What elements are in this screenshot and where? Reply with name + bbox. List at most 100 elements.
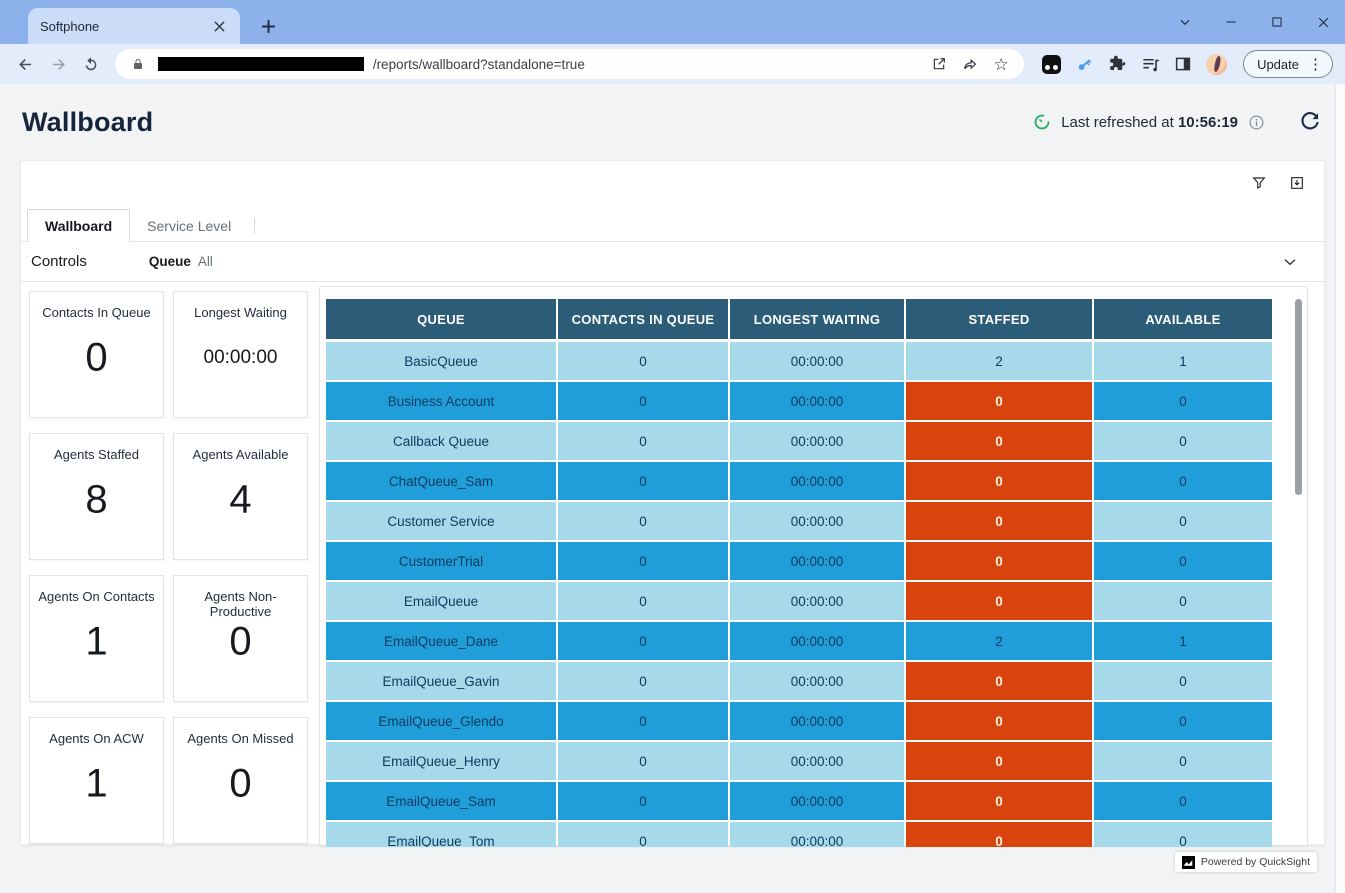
refresh-button[interactable]: [1297, 109, 1323, 135]
share-icon[interactable]: [959, 53, 981, 75]
maximize-icon[interactable]: [1265, 10, 1289, 34]
available-cell: 1: [1094, 622, 1272, 660]
available-cell: 0: [1094, 502, 1272, 540]
staffed-cell: 0: [906, 542, 1092, 580]
longest-waiting-cell: 00:00:00: [730, 822, 904, 847]
kpi-value: 4: [174, 477, 307, 522]
kpi-card: Agents On ACW 1: [29, 717, 164, 844]
available-cell: 0: [1094, 382, 1272, 420]
available-cell: 1: [1094, 342, 1272, 380]
url-bar[interactable]: /reports/wallboard?standalone=true ☆: [115, 49, 1024, 79]
new-tab-icon[interactable]: [254, 12, 282, 40]
minimize-icon[interactable]: [1219, 10, 1243, 34]
sheet-tab[interactable]: Wallboard: [27, 209, 130, 242]
last-refreshed-text: Last refreshed at 10:56:19: [1061, 114, 1238, 131]
table-header-cell: AVAILABLE: [1094, 299, 1272, 339]
queue-table-panel: QUEUE CONTACTS IN QUEUE LONGEST WAITING …: [319, 286, 1308, 846]
reload-icon[interactable]: [78, 50, 105, 78]
longest-waiting-cell: 00:00:00: [730, 502, 904, 540]
available-cell: 0: [1094, 582, 1272, 620]
available-cell: 0: [1094, 542, 1272, 580]
key-extension-icon[interactable]: [1073, 53, 1095, 75]
table-row: EmailQueue 0 00:00:00 0 0: [326, 582, 1272, 620]
update-button[interactable]: Update ⋮: [1243, 50, 1333, 78]
available-cell: 0: [1094, 462, 1272, 500]
back-icon[interactable]: [12, 50, 39, 78]
staffed-cell: 0: [906, 822, 1092, 847]
close-icon[interactable]: [1311, 10, 1335, 34]
lock-icon[interactable]: [127, 53, 149, 75]
kpi-card: Contacts In Queue 0: [29, 291, 164, 418]
contacts-in-queue-cell: 0: [558, 422, 728, 460]
kpi-label: Agents Available: [174, 447, 307, 462]
available-cell: 0: [1094, 822, 1272, 847]
info-icon[interactable]: [1248, 114, 1265, 131]
controls-collapse-chevron-icon[interactable]: [1282, 254, 1298, 270]
kpi-label: Longest Waiting: [174, 305, 307, 320]
table-scrollbar-thumb[interactable]: [1295, 299, 1302, 495]
longest-waiting-cell: 00:00:00: [730, 622, 904, 660]
contacts-in-queue-cell: 0: [558, 702, 728, 740]
kpi-value: 0: [174, 761, 307, 806]
browser-menu-kebab-icon[interactable]: ⋮: [1305, 55, 1326, 73]
tab-search-chevron-icon[interactable]: [1173, 10, 1197, 34]
staffed-cell: 0: [906, 782, 1092, 820]
longest-waiting-cell: 00:00:00: [730, 542, 904, 580]
tab-divider: [254, 218, 255, 234]
contacts-in-queue-cell: 0: [558, 742, 728, 780]
table-row: ChatQueue_Sam 0 00:00:00 0 0: [326, 462, 1272, 500]
kpi-card: Agents On Missed 0: [173, 717, 308, 844]
table-header-cell: STAFFED: [906, 299, 1092, 339]
kpi-label: Agents Staffed: [30, 447, 163, 462]
staffed-cell: 2: [906, 622, 1092, 660]
available-cell: 0: [1094, 662, 1272, 700]
table-header-cell: QUEUE: [326, 299, 556, 339]
queue-cell: EmailQueue_Gavin: [326, 662, 556, 700]
queue-cell: Business Account: [326, 382, 556, 420]
tab-close-icon[interactable]: [210, 17, 228, 35]
queue-cell: EmailQueue: [326, 582, 556, 620]
queue-cell: Callback Queue: [326, 422, 556, 460]
export-icon[interactable]: [1288, 174, 1306, 192]
bookmark-star-icon[interactable]: ☆: [990, 53, 1012, 75]
queue-filter-name: Queue: [149, 254, 191, 269]
powered-by-quicksight[interactable]: Powered by QuickSight: [1175, 852, 1317, 872]
staffed-cell: 0: [906, 662, 1092, 700]
browser-toolbar: /reports/wallboard?standalone=true ☆ Upd…: [0, 44, 1345, 84]
refresh-cluster: Last refreshed at 10:56:19: [1033, 109, 1323, 135]
staffed-cell: 0: [906, 382, 1092, 420]
profile-avatar[interactable]: [1205, 53, 1227, 75]
kpi-card: Longest Waiting 00:00:00: [173, 291, 308, 418]
extensions-puzzle-icon[interactable]: [1106, 53, 1128, 75]
table-row: EmailQueue_Sam 0 00:00:00 0 0: [326, 782, 1272, 820]
open-in-new-icon[interactable]: [928, 53, 950, 75]
queue-table: QUEUE CONTACTS IN QUEUE LONGEST WAITING …: [326, 299, 1272, 847]
browser-tab-softphone[interactable]: Softphone: [28, 8, 240, 44]
sheet-tab[interactable]: Service Level: [130, 209, 248, 242]
dashboard-card: Wallboard Service Level Controls Queue A…: [20, 160, 1325, 845]
page-scrollbar[interactable]: [1335, 84, 1345, 893]
sheet-tabs: Wallboard Service Level: [27, 209, 255, 242]
contacts-in-queue-cell: 0: [558, 662, 728, 700]
queue-cell: Customer Service: [326, 502, 556, 540]
filter-funnel-icon[interactable]: [1250, 174, 1268, 192]
staffed-cell: 2: [906, 342, 1092, 380]
queue-filter-control[interactable]: Queue All: [149, 254, 213, 269]
longest-waiting-cell: 00:00:00: [730, 382, 904, 420]
table-row: Callback Queue 0 00:00:00 0 0: [326, 422, 1272, 460]
kpi-card: Agents Non-Productive 0: [173, 575, 308, 702]
table-row: BasicQueue 0 00:00:00 2 1: [326, 342, 1272, 380]
dark-extension-icon[interactable]: [1040, 53, 1062, 75]
table-row: EmailQueue_Dane 0 00:00:00 2 1: [326, 622, 1272, 660]
queue-cell: ChatQueue_Sam: [326, 462, 556, 500]
side-panel-icon[interactable]: [1172, 53, 1194, 75]
queue-cell: EmailQueue_Sam: [326, 782, 556, 820]
table-row: Customer Service 0 00:00:00 0 0: [326, 502, 1272, 540]
contacts-in-queue-cell: 0: [558, 502, 728, 540]
playlist-extension-icon[interactable]: [1139, 53, 1161, 75]
forward-icon[interactable]: [45, 50, 72, 78]
page-header: Wallboard Last refreshed at 10:56:19: [0, 84, 1345, 160]
kpi-card: Agents Staffed 8: [29, 433, 164, 560]
staffed-cell: 0: [906, 422, 1092, 460]
table-row: EmailQueue_Tom 0 00:00:00 0 0: [326, 822, 1272, 847]
